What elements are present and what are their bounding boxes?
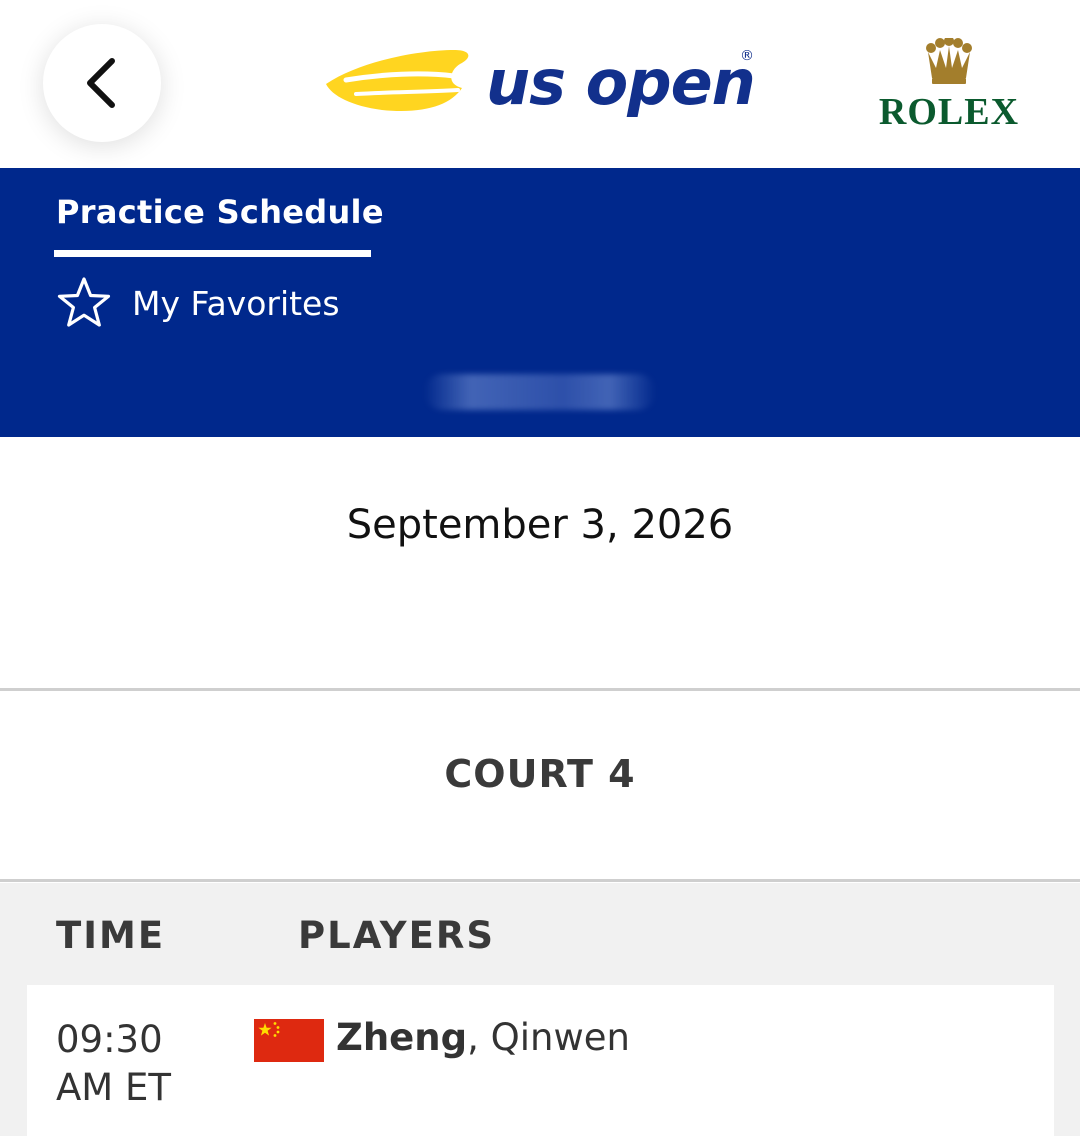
divider <box>0 688 1080 691</box>
svg-text:®: ® <box>740 48 754 64</box>
player-name[interactable]: Zheng, Qinwen <box>336 1016 630 1059</box>
blurred-watermark <box>424 374 656 410</box>
practice-time-line1: 09:30 <box>56 1018 163 1061</box>
star-outline-icon <box>57 277 111 327</box>
rolex-logo-text: ROLEX <box>879 91 1019 130</box>
tab-practice-schedule[interactable]: Practice Schedule <box>56 193 384 231</box>
tab-my-favorites[interactable]: My Favorites <box>56 275 340 331</box>
us-open-logo: us open ® <box>326 46 756 119</box>
china-flag-icon <box>254 1019 324 1062</box>
court-title: COURT 4 <box>444 752 636 796</box>
player-last-name: Zheng <box>336 1016 468 1059</box>
schedule-date: September 3, 2026 <box>346 502 734 548</box>
active-tab-indicator <box>54 250 371 257</box>
my-favorites-label: My Favorites <box>132 283 340 323</box>
back-button[interactable] <box>43 24 161 142</box>
practice-time: 09:30 AM ET <box>56 1016 236 1112</box>
chevron-left-icon <box>87 58 115 108</box>
us-open-logo-text: us open <box>486 46 755 119</box>
practice-time-line2: AM ET <box>56 1066 171 1109</box>
top-bar: us open ® ROLEX <box>0 0 1080 168</box>
player-first-name: , Qinwen <box>467 1016 630 1059</box>
column-header-players: PLAYERS <box>298 914 495 957</box>
divider <box>0 879 1080 882</box>
practice-schedule-screen: us open ® ROLEX Practice Schedule My Fav… <box>0 0 1080 1136</box>
rolex-logo: ROLEX <box>879 38 1019 130</box>
column-header-time: TIME <box>56 914 166 957</box>
